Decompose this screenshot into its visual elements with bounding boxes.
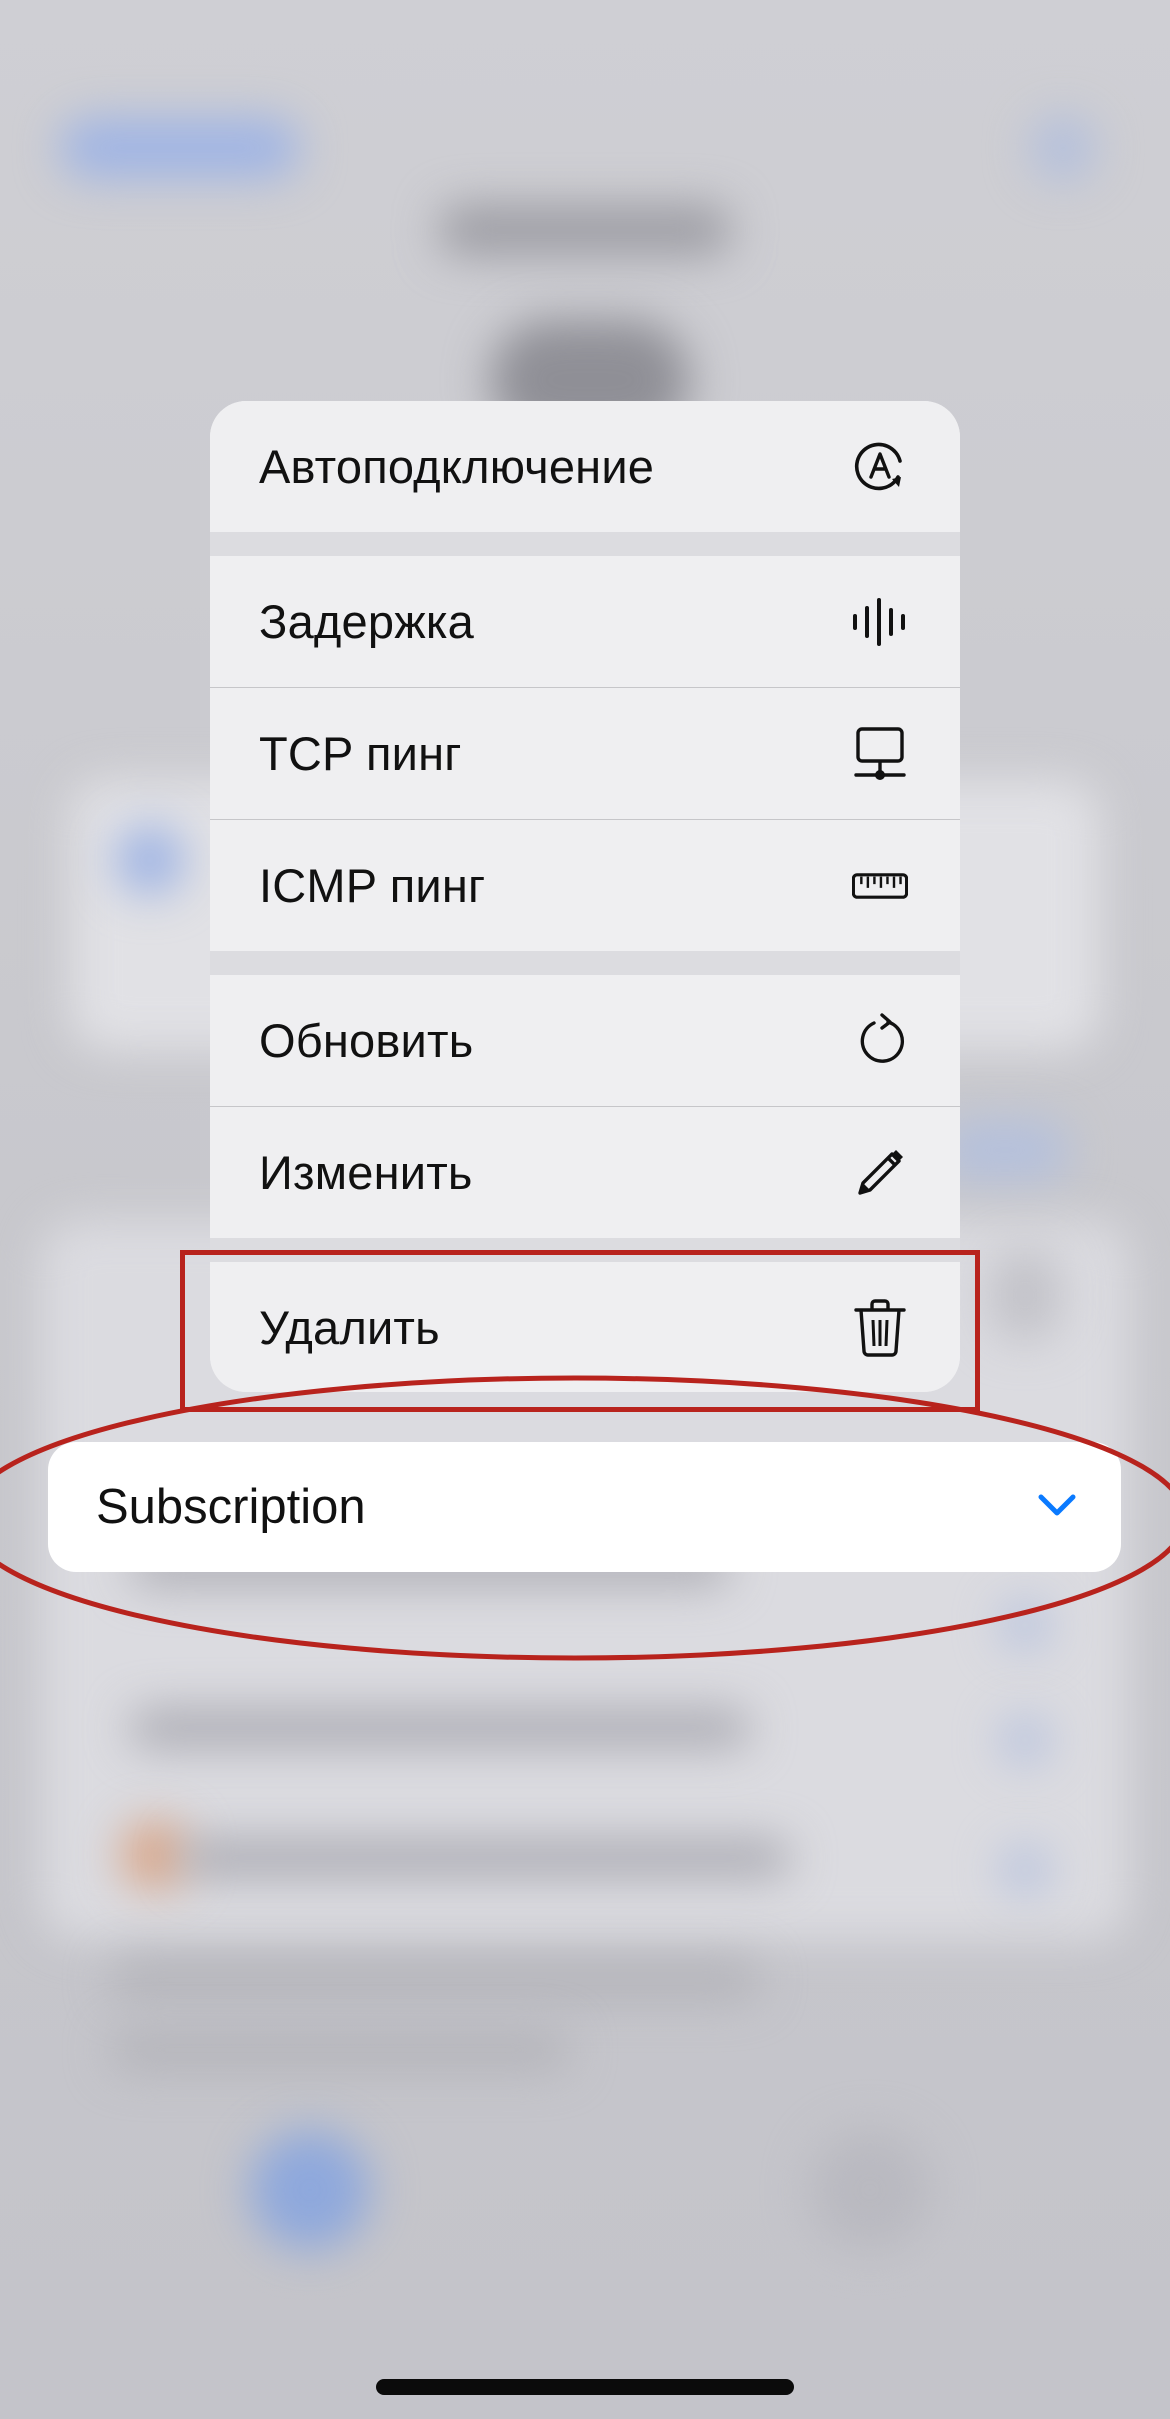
chevron-down-icon (1037, 1493, 1077, 1522)
menu-item-latency[interactable]: Задержка (210, 556, 960, 687)
blurred-row-icon (1000, 1845, 1050, 1895)
blurred-nav-button (60, 118, 300, 178)
menu-item-icmp-ping[interactable]: ICMP пинг (210, 820, 960, 951)
waveform-icon (852, 594, 908, 650)
pencil-icon (852, 1145, 908, 1201)
menu-item-tcp-ping[interactable]: TCP пинг (210, 688, 960, 819)
menu-item-label: Изменить (259, 1146, 473, 1199)
blurred-row-icon (1000, 1715, 1050, 1765)
blurred-dot (115, 825, 185, 895)
context-menu: Автоподключение Задержка TCP пинг ICMP п… (210, 401, 960, 1392)
menu-item-label: Задержка (259, 595, 475, 648)
menu-item-label: ICMP пинг (259, 859, 486, 912)
blurred-secondary-button (810, 2130, 930, 2250)
home-indicator (376, 2379, 794, 2395)
blurred-row (180, 1840, 790, 1876)
menu-item-label: Обновить (259, 1014, 474, 1067)
blurred-title (440, 205, 730, 255)
blurred-row (130, 1710, 750, 1746)
blurred-primary-button (250, 2130, 370, 2250)
menu-group-separator (210, 532, 960, 556)
auto-connect-icon (852, 439, 908, 495)
subscription-dropdown[interactable]: Subscription (48, 1442, 1121, 1572)
annotation-rectangle (180, 1250, 980, 1412)
menu-item-refresh[interactable]: Обновить (210, 975, 960, 1106)
menu-item-autoconnect[interactable]: Автоподключение (210, 401, 960, 532)
menu-item-edit[interactable]: Изменить (210, 1107, 960, 1238)
menu-item-label: TCP пинг (259, 727, 462, 780)
menu-item-label: Автоподключение (259, 440, 655, 493)
network-computer-icon (852, 726, 908, 782)
ruler-icon (852, 858, 908, 914)
blurred-top-right-icon (1030, 115, 1096, 181)
subscription-label: Subscription (96, 1480, 366, 1534)
blurred-text (110, 2030, 570, 2070)
blurred-text (110, 1960, 760, 2000)
menu-group-separator (210, 951, 960, 975)
blurred-side-element (990, 1250, 1060, 1340)
blurred-row-icon (1000, 1600, 1050, 1650)
refresh-icon (852, 1012, 908, 1069)
